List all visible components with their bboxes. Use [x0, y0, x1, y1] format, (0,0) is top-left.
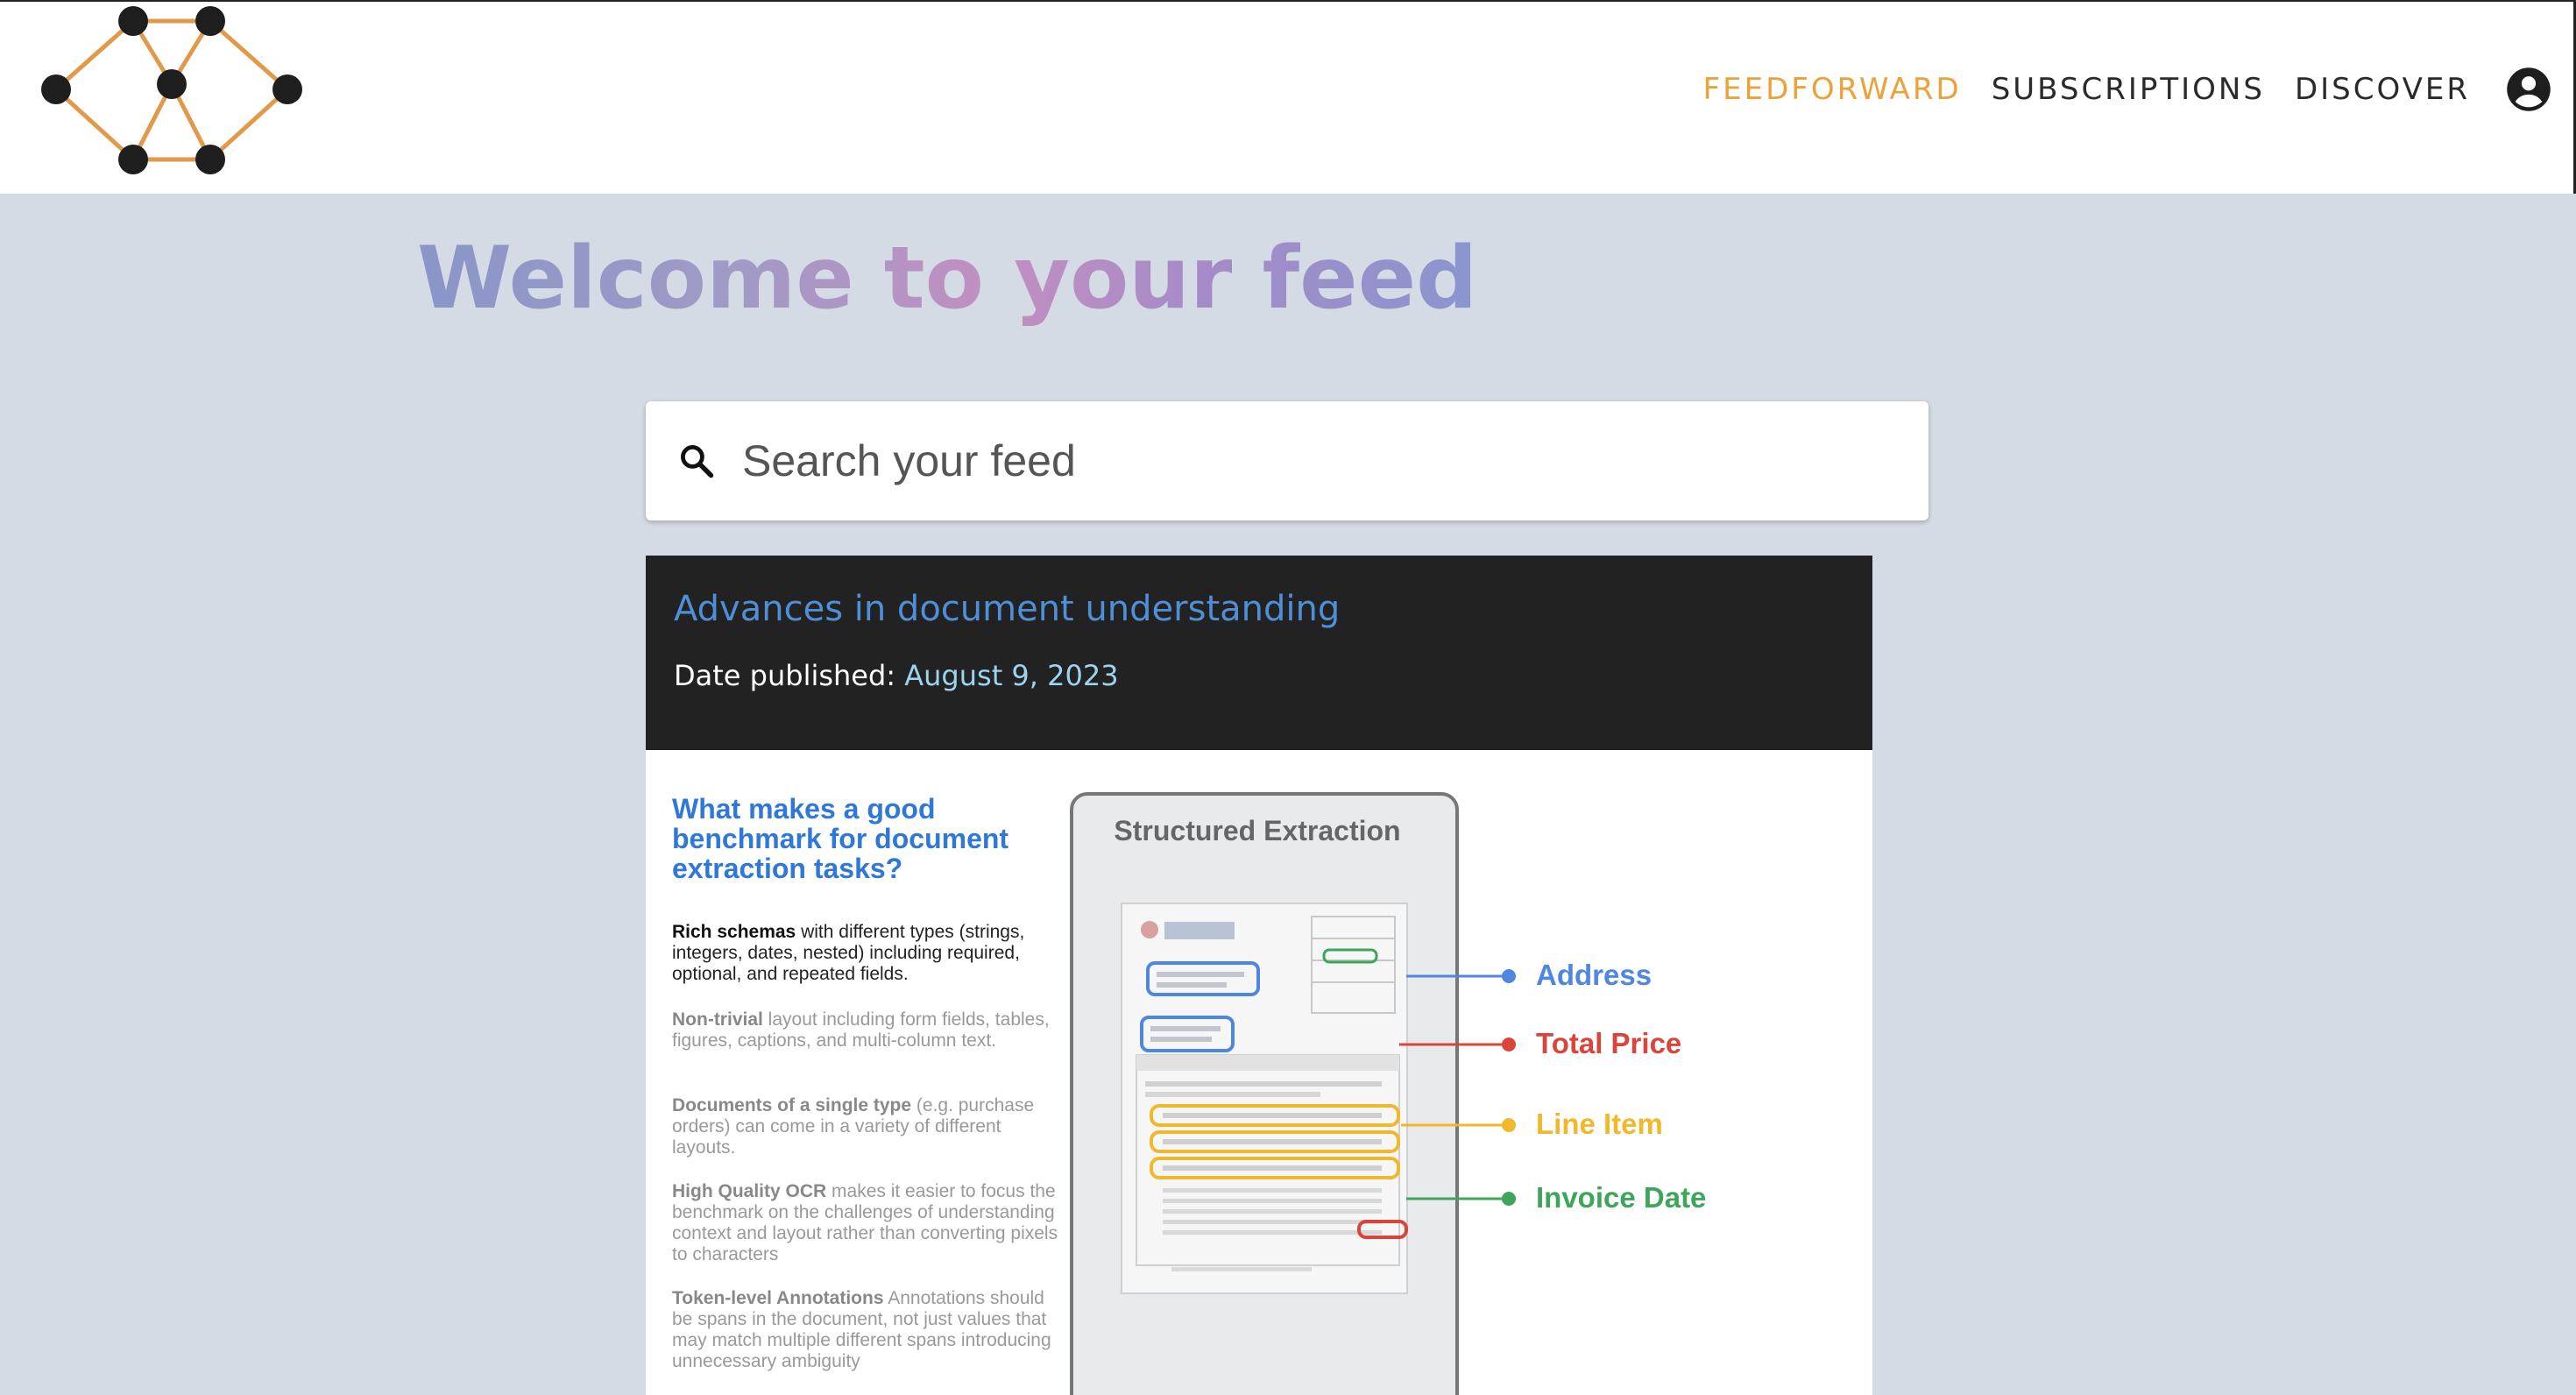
- nav-discover[interactable]: DISCOVER: [2295, 72, 2470, 107]
- account-circle-icon[interactable]: [2505, 66, 2552, 113]
- post-image[interactable]: What makes a good benchmark for document…: [646, 750, 1872, 1395]
- address-label: Address: [1536, 959, 1652, 991]
- total-price-label: Total Price: [1536, 1027, 1682, 1059]
- search-icon: [681, 445, 714, 478]
- main-nav: FEEDFORWARD SUBSCRIPTIONS DISCOVER: [1674, 2, 2552, 177]
- top-app-bar: FEEDFORWARD SUBSCRIPTIONS DISCOVER: [0, 0, 2576, 194]
- network-graph-logo[interactable]: [35, 5, 307, 181]
- invoice-date-label: Invoice Date: [1536, 1181, 1707, 1214]
- post-title-link[interactable]: Advances in document understanding: [674, 589, 1340, 629]
- search-input[interactable]: [742, 426, 1881, 496]
- line-item-label: Line Item: [1536, 1108, 1663, 1140]
- panel-title: Structured Extraction: [1114, 815, 1401, 846]
- feed-post-card: Advances in document understanding Date …: [646, 556, 1872, 1395]
- page-title: Welcome to your feed: [417, 226, 1477, 331]
- date-value: August 9, 2023: [904, 659, 1119, 692]
- post-date-row: Date published: August 9, 2023: [674, 659, 1844, 692]
- nav-feedforward[interactable]: FEEDFORWARD: [1703, 72, 1962, 107]
- post-header: Advances in document understanding Date …: [646, 556, 1872, 750]
- nav-subscriptions[interactable]: SUBSCRIPTIONS: [1992, 72, 2265, 107]
- search-bar[interactable]: [646, 401, 1928, 520]
- date-label: Date published:: [674, 659, 896, 692]
